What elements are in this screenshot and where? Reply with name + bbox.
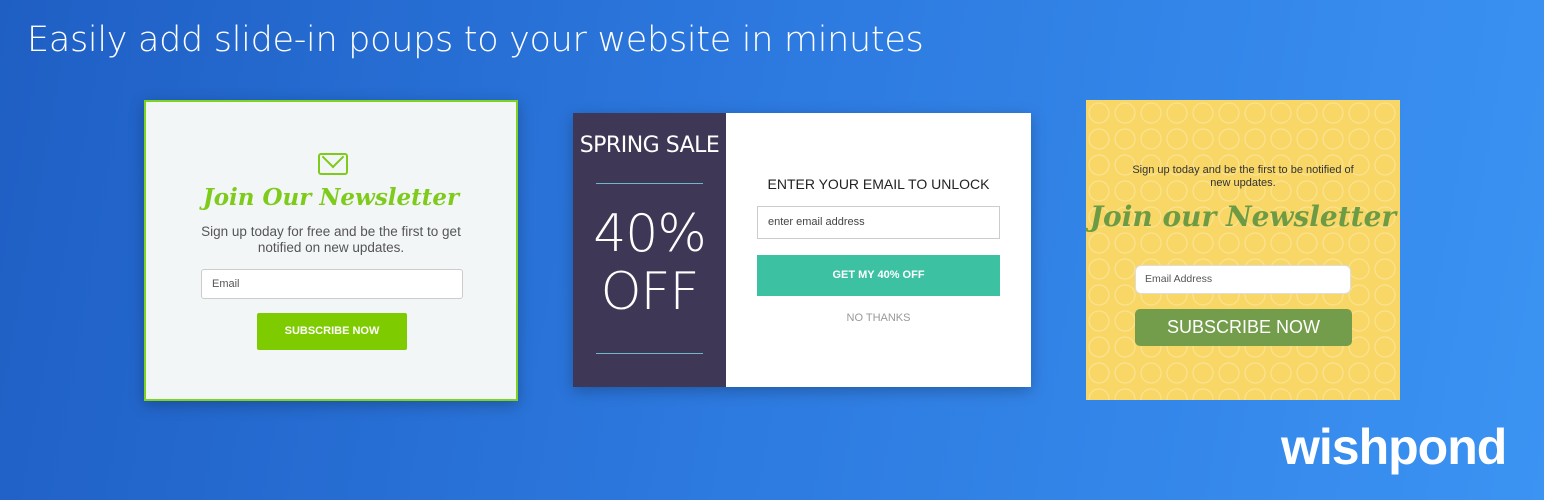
discount-off: OFF xyxy=(600,262,700,322)
email-input[interactable]: Email Address xyxy=(1135,265,1351,294)
popup-title: Join our Newsletter xyxy=(1089,200,1397,233)
popup-title: Join Our Newsletter xyxy=(202,184,460,211)
headline: Easily add slide-in poups to your websit… xyxy=(27,20,924,60)
sale-form: ENTER YOUR EMAIL TO UNLOCK enter email a… xyxy=(726,113,1031,387)
email-input[interactable]: Email xyxy=(201,269,463,299)
get-discount-button[interactable]: GET MY 40% OFF xyxy=(757,255,1000,296)
divider xyxy=(596,183,703,184)
no-thanks-link[interactable]: NO THANKS xyxy=(726,312,1031,324)
email-input[interactable]: enter email address xyxy=(757,206,1000,239)
popup-subtitle: Sign up today and be the first to be not… xyxy=(1132,164,1354,189)
popup-subtitle: Sign up today for free and be the first … xyxy=(201,224,461,255)
newsletter-popup-green: Join Our Newsletter Sign up today for fr… xyxy=(144,100,518,401)
divider xyxy=(596,353,703,354)
spring-sale-popup: SPRING SALE 40% OFF ENTER YOUR EMAIL TO … xyxy=(573,113,1031,387)
subscribe-button[interactable]: SUBSCRIBE NOW xyxy=(1135,309,1352,346)
sale-label: SPRING SALE xyxy=(579,133,720,158)
form-heading: ENTER YOUR EMAIL TO UNLOCK xyxy=(767,176,990,192)
wishpond-logo: wishpond xyxy=(1281,419,1507,475)
newsletter-popup-yellow: Sign up today and be the first to be not… xyxy=(1086,100,1400,400)
discount-value: 40% xyxy=(593,204,707,264)
discount: 40% OFF xyxy=(573,205,726,321)
sale-panel: SPRING SALE 40% OFF xyxy=(573,113,726,387)
subscribe-button[interactable]: SUBSCRIBE NOW xyxy=(257,313,407,350)
envelope-icon xyxy=(318,153,348,175)
